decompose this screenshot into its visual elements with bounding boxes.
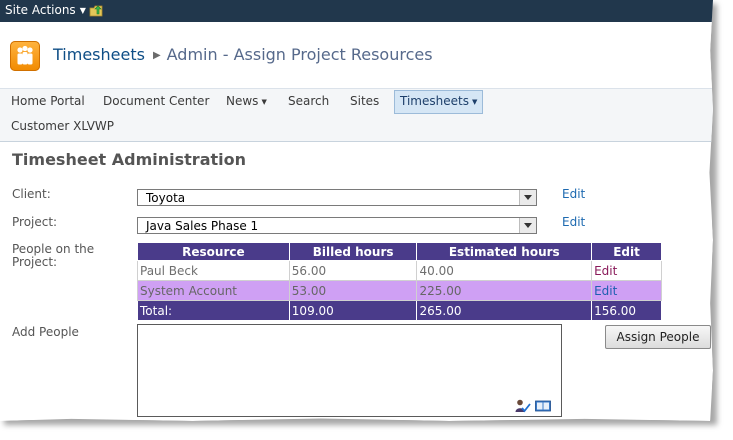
dropdown-arrow-icon: ▼ xyxy=(471,98,478,106)
nav-item-label: Home Portal xyxy=(11,94,85,108)
nav-item-home-portal[interactable]: Home Portal xyxy=(6,90,90,112)
column-header: Resource xyxy=(137,242,290,261)
site-actions-menu[interactable]: Site Actions ▼ xyxy=(5,3,86,17)
nav-item-timesheets[interactable]: Timesheets ▼ xyxy=(394,90,484,114)
page-title: Admin - Assign Project Resources xyxy=(166,45,433,64)
nav-item-sites[interactable]: Sites xyxy=(345,90,384,112)
billed-hours-cell: 56.00 xyxy=(288,260,418,281)
chevron-down-icon[interactable] xyxy=(519,190,536,205)
nav-item-customer-xlvwp[interactable]: Customer XLVWP xyxy=(6,115,119,137)
address-book-icon[interactable] xyxy=(535,400,551,412)
client-edit-link[interactable]: Edit xyxy=(562,187,585,201)
nav-item-news[interactable]: News ▼ xyxy=(221,90,272,112)
client-select[interactable]: Toyota xyxy=(137,189,537,206)
edit-cell: Edit xyxy=(591,260,662,281)
section-heading: Timesheet Administration xyxy=(12,150,246,169)
row-edit-link[interactable]: Edit xyxy=(594,284,617,298)
dropdown-arrow-icon: ▼ xyxy=(261,98,267,106)
billed-hours-cell: 53.00 xyxy=(288,280,418,301)
ribbon-bar: Site Actions ▼ xyxy=(0,0,713,22)
project-edit-link[interactable]: Edit xyxy=(562,215,585,229)
navigate-up-icon[interactable] xyxy=(89,4,104,17)
check-names-icon[interactable] xyxy=(515,399,531,413)
column-header: Estimated hours xyxy=(416,242,593,261)
breadcrumb-separator-icon: ▶ xyxy=(152,50,161,61)
title-area: Timesheets ▶ Admin - Assign Project Resour… xyxy=(0,22,713,88)
add-people-label: Add People xyxy=(12,325,79,339)
column-header: Billed hours xyxy=(288,242,418,261)
breadcrumb-site-link[interactable]: Timesheets xyxy=(53,45,145,64)
nav-item-label: Sites xyxy=(350,94,380,108)
estimated-hours-cell: 40.00 xyxy=(416,260,593,281)
nav-item-document-center[interactable]: Document Center xyxy=(98,90,214,112)
nav-item-label: Timesheets xyxy=(400,94,469,108)
breadcrumb: Timesheets ▶ Admin - Assign Project Resour… xyxy=(53,45,433,64)
nav-item-search[interactable]: Search xyxy=(283,90,334,112)
table-row: Paul Beck 56.00 40.00 Edit xyxy=(137,260,662,281)
project-label: Project: xyxy=(12,215,58,229)
site-logo-icon[interactable] xyxy=(10,41,40,71)
chevron-down-icon[interactable] xyxy=(519,218,536,233)
browser-frame: Site Actions ▼ Timesheets ▶ Admin - Assign … xyxy=(0,0,713,421)
people-on-project-label: People on the Project: xyxy=(12,242,95,269)
total-edit-column-cell: 156.00 xyxy=(591,300,662,321)
site-actions-label: Site Actions xyxy=(5,3,76,17)
nav-item-label: Search xyxy=(288,94,330,108)
edit-cell: Edit xyxy=(591,280,662,301)
table-total-row: Total: 109.00 265.00 156.00 xyxy=(137,300,662,321)
table-header-row: Resource Billed hours Estimated hours Ed… xyxy=(137,242,662,261)
chevron-down-icon: ▼ xyxy=(79,6,86,15)
nav-item-label: Customer XLVWP xyxy=(11,119,115,133)
nav-item-label: Document Center xyxy=(103,94,210,108)
resource-cell: System Account xyxy=(137,280,290,301)
table-row: System Account 53.00 225.00 Edit xyxy=(137,280,662,301)
people-picker-input[interactable] xyxy=(137,324,562,417)
total-estimated-cell: 265.00 xyxy=(416,300,593,321)
project-select-value: Java Sales Phase 1 xyxy=(146,219,259,233)
total-billed-cell: 109.00 xyxy=(288,300,418,321)
top-navigation: Home Portal Document Center News ▼ Search… xyxy=(0,88,713,142)
estimated-hours-cell: 225.00 xyxy=(416,280,593,301)
client-label: Client: xyxy=(12,187,51,201)
nav-item-label: News xyxy=(226,94,259,108)
total-label-cell: Total: xyxy=(137,300,290,321)
row-edit-link[interactable]: Edit xyxy=(594,264,617,278)
resources-table: Resource Billed hours Estimated hours Ed… xyxy=(137,242,662,321)
resource-cell: Paul Beck xyxy=(137,260,290,281)
project-select[interactable]: Java Sales Phase 1 xyxy=(137,217,537,234)
client-select-value: Toyota xyxy=(146,191,186,205)
assign-people-button[interactable]: Assign People xyxy=(605,325,711,349)
column-header: Edit xyxy=(591,242,662,261)
